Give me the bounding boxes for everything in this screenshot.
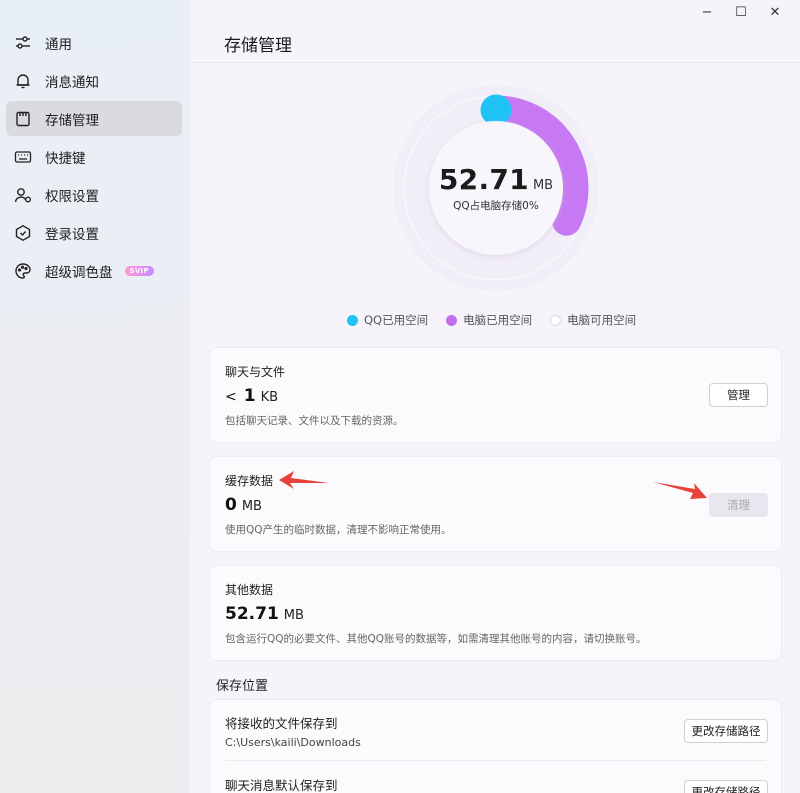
sidebar-item-label: 权限设置 <box>45 188 99 205</box>
row-divider <box>225 760 766 761</box>
value-number: 0 <box>225 495 237 515</box>
window-controls: − ☐ ✕ <box>690 3 792 21</box>
sidebar-item-general[interactable]: 通用 <box>6 25 182 60</box>
value-unit: MB <box>283 608 304 623</box>
value-number: 52.71 <box>225 604 279 624</box>
usage-value: 52.71 <box>438 163 529 196</box>
value-unit: MB <box>241 499 262 514</box>
card-value: 52.71 MB <box>225 604 304 624</box>
donut-legend: QQ已用空间 电脑已用空间 电脑可用空间 <box>347 312 636 328</box>
save-location-card: 将接收的文件保存到 C:\Users\kaili\Downloads 更改存储路… <box>209 699 782 793</box>
page-title: 存储管理 <box>224 36 292 56</box>
keyboard-icon <box>14 148 32 166</box>
row-title: 聊天消息默认保存到 <box>225 778 338 793</box>
clean-button[interactable]: 清理 <box>709 493 768 517</box>
sidebar-item-label: 存储管理 <box>45 112 99 129</box>
sliders-icon <box>14 34 32 52</box>
sidebar-item-shortcuts[interactable]: 快捷键 <box>6 139 182 174</box>
legend-item-qq: QQ已用空间 <box>347 312 428 328</box>
red-arrow-left-annotation <box>279 471 329 489</box>
bell-icon <box>14 72 32 90</box>
main-panel: − ☐ ✕ 存储管理 52.71 MB QQ占电脑存储0% QQ已用空间 电脑已… <box>190 0 800 793</box>
palette-icon <box>14 262 32 280</box>
sidebar: 通用 消息通知 存储管理 快捷键 权限设置 登录设置 超级调色盘 SVIP <box>0 0 190 793</box>
row-title: 将接收的文件保存到 <box>225 716 338 731</box>
sidebar-item-login[interactable]: 登录设置 <box>6 215 182 250</box>
shield-icon <box>14 224 32 242</box>
usage-unit: MB <box>532 178 554 193</box>
sidebar-item-notifications[interactable]: 消息通知 <box>6 63 182 98</box>
close-icon[interactable]: ✕ <box>758 3 792 21</box>
usage-total: 52.71 MB <box>439 163 553 196</box>
card-title: 缓存数据 <box>225 474 274 488</box>
value-unit: KB <box>260 390 279 405</box>
other-data-card: 其他数据 52.71 MB 包含运行QQ的必要文件、其他QQ账号的数据等，如需清理… <box>209 565 782 661</box>
card-desc: 包括聊天记录、文件以及下载的资源。 <box>225 415 404 427</box>
svip-badge: SVIP <box>124 265 154 276</box>
sidebar-item-label: 超级调色盘 <box>45 264 113 281</box>
legend-item-computer: 电脑已用空间 <box>446 312 532 328</box>
sidebar-item-storage[interactable]: 存储管理 <box>6 101 182 136</box>
sidebar-item-label: 快捷键 <box>45 150 86 167</box>
title-divider <box>190 62 800 63</box>
legend-item-free: 电脑可用空间 <box>550 312 636 328</box>
chat-files-card: 聊天与文件 <1 KB 包括聊天记录、文件以及下载的资源。 管理 <box>209 347 782 443</box>
card-title: 其他数据 <box>225 583 274 597</box>
card-desc: 包含运行QQ的必要文件、其他QQ账号的数据等，如需清理其他账号的内容，请切换账号… <box>225 633 647 645</box>
sidebar-item-label: 登录设置 <box>45 226 99 243</box>
card-value: 0 MB <box>225 495 262 515</box>
legend-label: QQ已用空间 <box>364 313 429 327</box>
sidebar-item-label: 通用 <box>45 36 72 53</box>
section-title: 保存位置 <box>216 679 269 694</box>
minimize-icon[interactable]: − <box>690 3 724 21</box>
sidebar-item-palette[interactable]: 超级调色盘 SVIP <box>6 253 182 288</box>
legend-label: 电脑可用空间 <box>567 313 637 327</box>
less-than-sign: < <box>225 389 237 405</box>
card-value: <1 KB <box>225 386 278 406</box>
storage-donut: 52.71 MB QQ占电脑存储0% <box>390 82 602 294</box>
red-arrow-right-annotation <box>653 482 707 499</box>
usage-caption: QQ占电脑存储0% <box>453 200 539 212</box>
legend-dot <box>550 314 562 326</box>
card-desc: 使用QQ产生的临时数据，清理不影响正常使用。 <box>225 524 452 536</box>
change-path-button[interactable]: 更改存储路径 <box>684 780 768 793</box>
sidebar-item-permissions[interactable]: 权限设置 <box>6 177 182 212</box>
sidebar-item-label: 消息通知 <box>45 74 99 91</box>
value-number: 1 <box>243 386 256 406</box>
user-lock-icon <box>14 186 32 204</box>
change-path-button[interactable]: 更改存储路径 <box>684 719 768 743</box>
maximize-icon[interactable]: ☐ <box>724 3 758 21</box>
legend-label: 电脑已用空间 <box>463 313 533 327</box>
legend-dot <box>347 314 358 326</box>
manage-button[interactable]: 管理 <box>709 383 768 407</box>
storage-icon <box>14 110 32 128</box>
donut-center: 52.71 MB QQ占电脑存储0% <box>390 82 602 294</box>
legend-dot <box>446 314 458 326</box>
card-title: 聊天与文件 <box>225 365 286 379</box>
row-path: C:\Users\kaili\Downloads <box>225 736 361 749</box>
